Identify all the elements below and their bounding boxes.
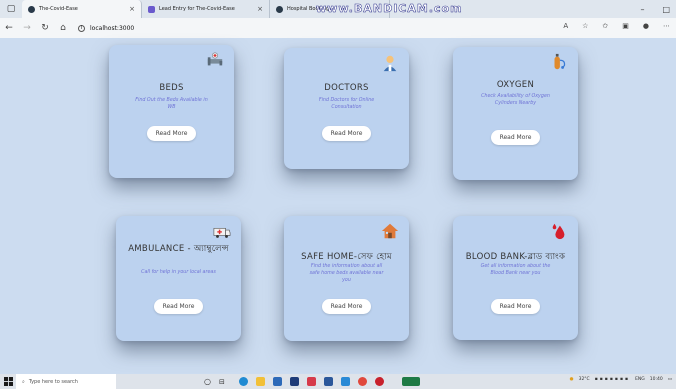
read-more-button[interactable]: Read More — [490, 130, 541, 145]
oxygen-cylinder-icon — [554, 53, 566, 70]
cortana-icon[interactable]: ○ — [204, 377, 211, 386]
close-tab-icon[interactable]: × — [257, 5, 263, 13]
profile-icon[interactable]: ● — [643, 22, 649, 30]
favorite-star-icon[interactable]: ☆ — [582, 22, 588, 30]
windows-taskbar: ⌕ Type here to search ○ ⊟ ● 32°C ▪▪▪▪▪▪▪… — [0, 374, 676, 389]
task-view-icon[interactable]: ⊟ — [219, 378, 225, 386]
blood-bank-card: BLOOD BANK-ব্লাড ব্যাংক Get all informat… — [453, 216, 578, 340]
read-more-button[interactable]: Read More — [153, 299, 204, 314]
card-description: Check Availability of Oxygen Cylinders N… — [481, 94, 550, 106]
browser-toolbar-icons: A ☆ ✩ ▣ ● ⋯ — [563, 22, 670, 30]
windows-logo-icon — [3, 377, 13, 386]
reload-icon[interactable]: ↻ — [36, 23, 54, 33]
hospital-bed-icon — [207, 52, 223, 66]
card-description: Find the information about all safe home… — [309, 264, 384, 283]
taskbar-search-box[interactable]: ⌕ Type here to search — [16, 374, 116, 389]
tab-covid-ease[interactable]: The-Covid-Ease × — [22, 0, 142, 18]
card-title: OXYGEN — [496, 80, 535, 90]
card-description: Call for help in your local areas — [141, 270, 216, 275]
more-menu-icon[interactable]: ⋯ — [663, 22, 670, 30]
notification-icon[interactable]: ▭ — [668, 377, 672, 382]
home-icon[interactable]: ⌂ — [54, 23, 72, 33]
forward-arrow-icon[interactable]: → — [18, 23, 36, 33]
tab-favicon — [148, 5, 155, 13]
read-more-button[interactable]: Read More — [321, 299, 372, 314]
favorites-icon[interactable]: ✩ — [602, 22, 608, 30]
house-icon — [381, 223, 399, 239]
tab-lead-entry[interactable]: Lead Entry for The-Covid-Ease × — [142, 0, 270, 18]
back-arrow-icon[interactable]: ← — [0, 23, 18, 33]
app-icon[interactable] — [306, 377, 316, 386]
url-text: localhost:3000 — [90, 24, 135, 32]
card-title: DOCTORS — [324, 83, 369, 93]
app-icon[interactable] — [289, 377, 299, 386]
weather-icon[interactable]: ● — [570, 377, 574, 382]
ambulance-icon — [213, 227, 231, 238]
tab-label: Lead Entry for The-Covid-Ease — [159, 6, 235, 12]
weather-temp: 32°C — [578, 377, 590, 382]
read-more-button[interactable]: Read More — [490, 299, 541, 314]
file-explorer-icon[interactable] — [255, 377, 265, 386]
card-title: AMBULANCE - অ্যাম্বুলেন্স — [128, 244, 229, 254]
app-icon[interactable] — [401, 377, 420, 386]
app-icon[interactable] — [374, 377, 384, 386]
maximize-icon[interactable]: □ — [662, 5, 670, 14]
store-app-icon[interactable] — [272, 377, 282, 386]
ambulance-card: AMBULANCE - অ্যাম্বুলেন্স Call for help … — [116, 216, 241, 341]
card-title: BEDS — [159, 83, 184, 93]
doctors-card: DOCTORS Find Doctors for Online Consulta… — [284, 48, 409, 169]
search-placeholder: Type here to search — [28, 378, 78, 385]
card-title: BLOOD BANK-ব্লাড ব্যাংক — [465, 252, 566, 262]
system-tray: ● 32°C ▪▪▪▪▪▪▪ ENG 10:40 ▭ — [570, 377, 672, 382]
read-aloud-icon[interactable]: A — [563, 22, 568, 30]
search-icon: ⌕ — [22, 378, 25, 385]
language-indicator[interactable]: ENG — [635, 377, 645, 382]
tab-label: The-Covid-Ease — [39, 6, 78, 12]
site-info-icon[interactable]: i — [78, 24, 85, 32]
browser-tab-bar: ▢ The-Covid-Ease × Lead Entry for The-Co… — [0, 0, 676, 18]
collections-icon[interactable]: ▣ — [622, 22, 629, 30]
minimize-icon[interactable]: – — [640, 5, 644, 14]
blood-drop-icon — [552, 223, 565, 240]
safe-home-card: SAFE HOME-সেফ হোম Find the information a… — [284, 216, 409, 341]
doctor-icon — [383, 55, 397, 72]
card-title: SAFE HOME-সেফ হোম — [301, 252, 392, 262]
close-tab-icon[interactable]: × — [129, 5, 135, 13]
beds-card: BEDS Find Out the Beds Available in WB R… — [109, 45, 234, 178]
edge-app-icon[interactable] — [238, 377, 248, 386]
app-icon[interactable] — [323, 377, 333, 386]
clock-time[interactable]: 10:40 — [650, 377, 663, 382]
address-bar: ← → ↻ ⌂ i localhost:3000 A ☆ ✩ ▣ ● ⋯ — [0, 18, 676, 38]
chrome-icon[interactable] — [357, 377, 367, 386]
tab-actions-icon[interactable]: ▢ — [0, 0, 22, 18]
oxygen-card: OXYGEN Check Availability of Oxygen Cyli… — [453, 47, 578, 180]
card-description: Get all information about the Blood Bank… — [480, 264, 551, 276]
url-field[interactable]: i localhost:3000 — [78, 24, 135, 32]
read-more-button[interactable]: Read More — [146, 126, 197, 141]
vscode-icon[interactable] — [340, 377, 350, 386]
tab-favicon — [28, 5, 35, 13]
tab-favicon — [276, 5, 283, 13]
card-description: Find Doctors for Online Consultation — [318, 98, 375, 110]
read-more-button[interactable]: Read More — [321, 126, 372, 141]
tray-icons[interactable]: ▪▪▪▪▪▪▪ — [595, 377, 630, 382]
window-controls: – □ — [640, 0, 670, 18]
bandicam-watermark: www.BANDICAM.com — [316, 2, 463, 16]
card-description: Find Out the Beds Available in WB — [135, 98, 208, 110]
start-button[interactable] — [0, 377, 16, 386]
